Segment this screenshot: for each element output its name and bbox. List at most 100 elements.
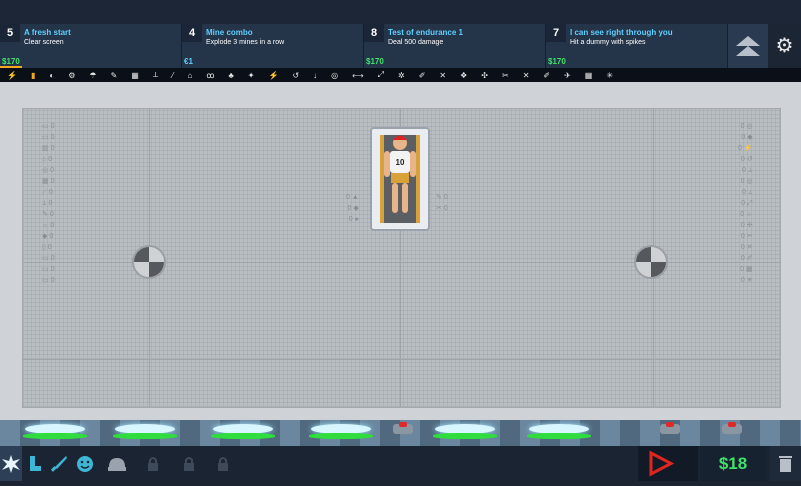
trash-button[interactable] — [770, 446, 801, 481]
stat-value: 0 — [50, 222, 55, 229]
category-boots-button[interactable] — [24, 446, 44, 481]
stat-row: ▥ 0 — [42, 143, 54, 154]
stat-value: 0 — [50, 167, 54, 174]
smiley-icon — [77, 455, 93, 472]
weapon-slot-icon[interactable]: ▦ — [131, 71, 139, 80]
weapon-slot-icon[interactable]: ⁄ — [172, 71, 173, 80]
weapon-slot-icon[interactable]: ⤢ — [378, 70, 384, 80]
weapon-stat-icon: ▭ — [42, 123, 51, 130]
damage-stats-left: ▭ 0 ▭ 0 ▥ 0 ⌂ 0 ◎ 0 ▦ 0 ⟋ 0 ⟂ 0 ✎ 0 ☼ 0 ◆ 0 ▯ 0 ▭ 0 ▭… — [42, 121, 54, 286]
weapon-slot-icon[interactable]: ⚡ — [7, 71, 17, 80]
stat-row: 0 ✐ — [738, 253, 753, 264]
weapon-slot-icon[interactable]: ✕ — [523, 71, 530, 80]
locked-slot — [214, 446, 232, 481]
play-button[interactable] — [638, 446, 698, 481]
stat-value: 0 — [50, 134, 55, 141]
stat-value: 0 — [346, 194, 350, 201]
challenge-reward: €1 — [184, 57, 193, 66]
dummy-card[interactable]: 10 — [370, 127, 430, 231]
weapon-slot-icon[interactable]: ☂ — [89, 71, 96, 80]
weapon-slot-icon[interactable]: ⟂ — [153, 70, 158, 80]
challenge-number: 7 — [546, 24, 566, 42]
mine-trap[interactable] — [393, 422, 413, 434]
weapon-stat-icon: ▭ — [42, 134, 51, 141]
launch-pad[interactable] — [430, 424, 500, 442]
explosion-icon — [2, 454, 20, 473]
stat-row: ▭ 0 — [42, 132, 54, 143]
weapon-slot-icon[interactable]: ⚡ — [268, 71, 278, 80]
weapon-slot-icon[interactable]: ↓ — [313, 71, 317, 80]
weapon-stat-icon: ◎ — [42, 167, 51, 174]
stat-row: 0 ↺ — [738, 154, 753, 165]
challenge-title: Test of endurance 1 — [388, 28, 463, 37]
stat-row: 0 ▦ — [738, 264, 752, 275]
weapon-slot-icon[interactable]: ⚙ — [68, 71, 75, 80]
challenge-card[interactable]: 7 I can see right through you Hit a dumm… — [546, 24, 728, 68]
launch-pad[interactable] — [110, 424, 180, 442]
weapon-stat-icon: ⚡ — [741, 145, 753, 152]
category-helmet-button[interactable] — [104, 446, 130, 481]
challenge-number: 4 — [182, 24, 202, 42]
launch-pad[interactable] — [524, 424, 594, 442]
crash-dummy-icon: 10 — [380, 135, 420, 223]
challenge-desc: Deal 500 damage — [388, 39, 444, 46]
weapon-slot-icon[interactable]: ❖ — [460, 71, 467, 80]
top-strip — [0, 0, 801, 24]
weapon-slot-icon[interactable]: ✳ — [606, 71, 613, 80]
weapon-slot-icon[interactable]: ▮ — [31, 71, 35, 80]
money-display: $18 — [700, 446, 766, 481]
challenge-card[interactable]: 4 Mine combo Explode 3 mines in a row €1 — [182, 24, 364, 68]
weapon-slot-icon[interactable]: ✎ — [111, 71, 118, 80]
challenge-number: 5 — [0, 24, 20, 42]
challenge-desc: Hit a dummy with spikes — [570, 39, 646, 46]
weapon-slot-icon[interactable]: ▦ — [585, 71, 593, 80]
weapon-slot-icon[interactable]: ✐ — [419, 71, 426, 80]
category-faces-button[interactable] — [74, 446, 96, 481]
mine-trap[interactable] — [660, 422, 680, 434]
weapon-stat-icon: ⟋ — [42, 189, 49, 196]
stat-row: 0 ⚡ — [738, 143, 753, 154]
weapon-slot-icon[interactable]: ✣ — [481, 71, 488, 80]
stat-value: 0 — [48, 200, 53, 207]
wall-seam — [23, 359, 780, 360]
stat-value: 0 — [48, 156, 53, 163]
stat-value: 0 — [47, 244, 52, 251]
launch-pad[interactable] — [20, 424, 90, 442]
weapon-stat-icon: ▭ — [42, 255, 51, 262]
scroll-up-button[interactable] — [728, 24, 768, 68]
weapon-slot-icon[interactable]: ✦ — [248, 71, 255, 80]
launch-pad[interactable] — [208, 424, 278, 442]
category-explosives-button[interactable] — [0, 446, 22, 481]
weapon-slot-icon[interactable]: ↺ — [292, 71, 299, 80]
play-icon — [649, 450, 675, 477]
weapon-slot-icon[interactable]: ◎ — [331, 71, 338, 80]
weapon-slot-icon[interactable]: ◐ — [49, 71, 54, 80]
crosshair-target-icon — [132, 245, 166, 279]
settings-button[interactable]: ⚙ — [768, 24, 801, 68]
stat-row: ▭ 0 — [42, 264, 54, 275]
challenge-title: A fresh start — [24, 28, 71, 37]
challenge-desc: Explode 3 mines in a row — [206, 39, 285, 46]
stat-value: 0 — [50, 178, 55, 185]
mine-trap[interactable] — [722, 422, 742, 434]
weapon-stat-icon: ⟂ — [745, 167, 753, 174]
weapon-slot-icon[interactable]: ✂ — [502, 71, 509, 80]
weapon-slot-icon[interactable]: ✲ — [398, 71, 405, 80]
challenge-card[interactable]: 5 A fresh start Clear screen $170 — [0, 24, 182, 68]
stat-value: 0 — [49, 233, 54, 240]
launch-pad[interactable] — [306, 424, 376, 442]
weapon-slot-icon[interactable]: ⟷ — [352, 71, 363, 80]
category-melee-button[interactable] — [48, 446, 70, 481]
weapon-slot-icon[interactable]: ✈ — [564, 71, 571, 80]
weapon-slot-icon[interactable]: ✐ — [543, 71, 550, 80]
weapon-slot-icon[interactable]: ✕ — [439, 71, 446, 80]
challenge-card[interactable]: 8 Test of endurance 1 Deal 500 damage $1… — [364, 24, 546, 68]
weapon-slot-icon[interactable]: ꝏ — [206, 71, 214, 80]
stat-row: 0 ◎ — [738, 176, 753, 187]
weapon-slot-icon[interactable]: ♣ — [229, 71, 234, 80]
weapon-slot-icon[interactable]: ⌂ — [188, 71, 193, 80]
stat-value: 0 — [347, 205, 352, 212]
stat-row: 0 ☼ — [738, 209, 752, 220]
challenge-title: I can see right through you — [570, 28, 673, 37]
weapon-stat-icon: ◎ — [744, 178, 753, 185]
